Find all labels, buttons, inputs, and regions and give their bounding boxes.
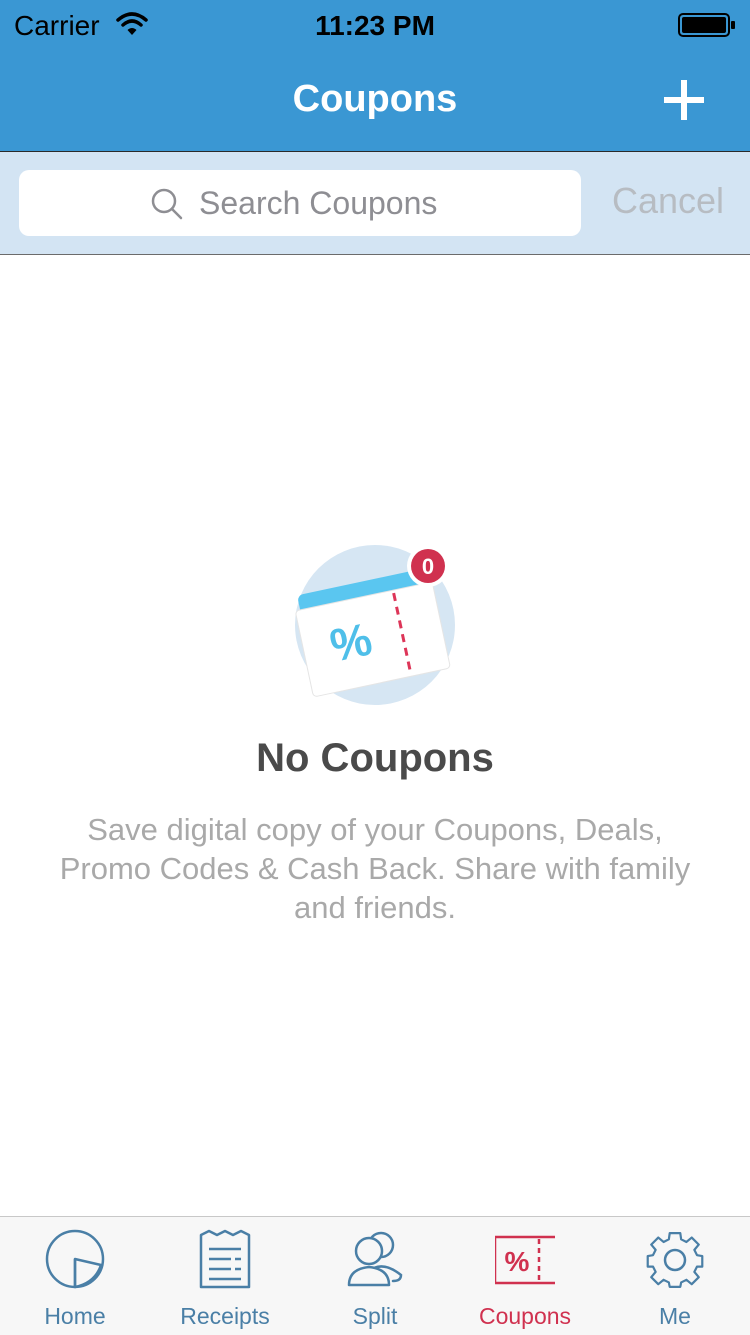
tab-split[interactable]: Split [300,1217,450,1335]
svg-text:%: % [505,1246,530,1277]
search-field[interactable] [19,170,581,236]
search-input[interactable] [199,180,559,226]
battery-icon [678,12,736,43]
status-time: 11:23 PM [315,10,435,41]
gear-icon [645,1229,705,1291]
people-icon [345,1229,405,1291]
empty-coupons-illustration: % 0 [285,540,465,725]
tab-bar: Home Receipts Split % Coupons Me [0,1216,750,1335]
navigation-bar: Coupons [0,50,750,152]
plus-icon [664,80,704,120]
tab-label-home: Home [44,1303,106,1329]
search-bar: Cancel [0,152,750,255]
coupon-count-badge: 0 [422,554,434,579]
tab-coupons[interactable]: % Coupons [450,1217,600,1335]
cancel-button[interactable]: Cancel [598,180,738,222]
coupon-icon: % [493,1229,559,1291]
tab-receipts[interactable]: Receipts [150,1217,300,1335]
tab-me[interactable]: Me [600,1217,750,1335]
search-icon [150,187,184,226]
pie-chart-icon [45,1229,105,1291]
empty-state-description: Save digital copy of your Coupons, Deals… [59,812,691,925]
tab-label-me: Me [659,1303,691,1329]
page-title: Coupons [292,78,458,120]
tab-label-split: Split [352,1303,398,1329]
tab-label-receipts: Receipts [180,1303,270,1329]
tab-label-coupons: Coupons [478,1303,572,1329]
tab-home[interactable]: Home [0,1217,150,1335]
receipt-icon [195,1229,255,1291]
status-bar: Carrier 11:23 PM [0,0,750,50]
add-coupon-button[interactable] [662,78,706,122]
empty-state-title: No Coupons [256,736,494,780]
